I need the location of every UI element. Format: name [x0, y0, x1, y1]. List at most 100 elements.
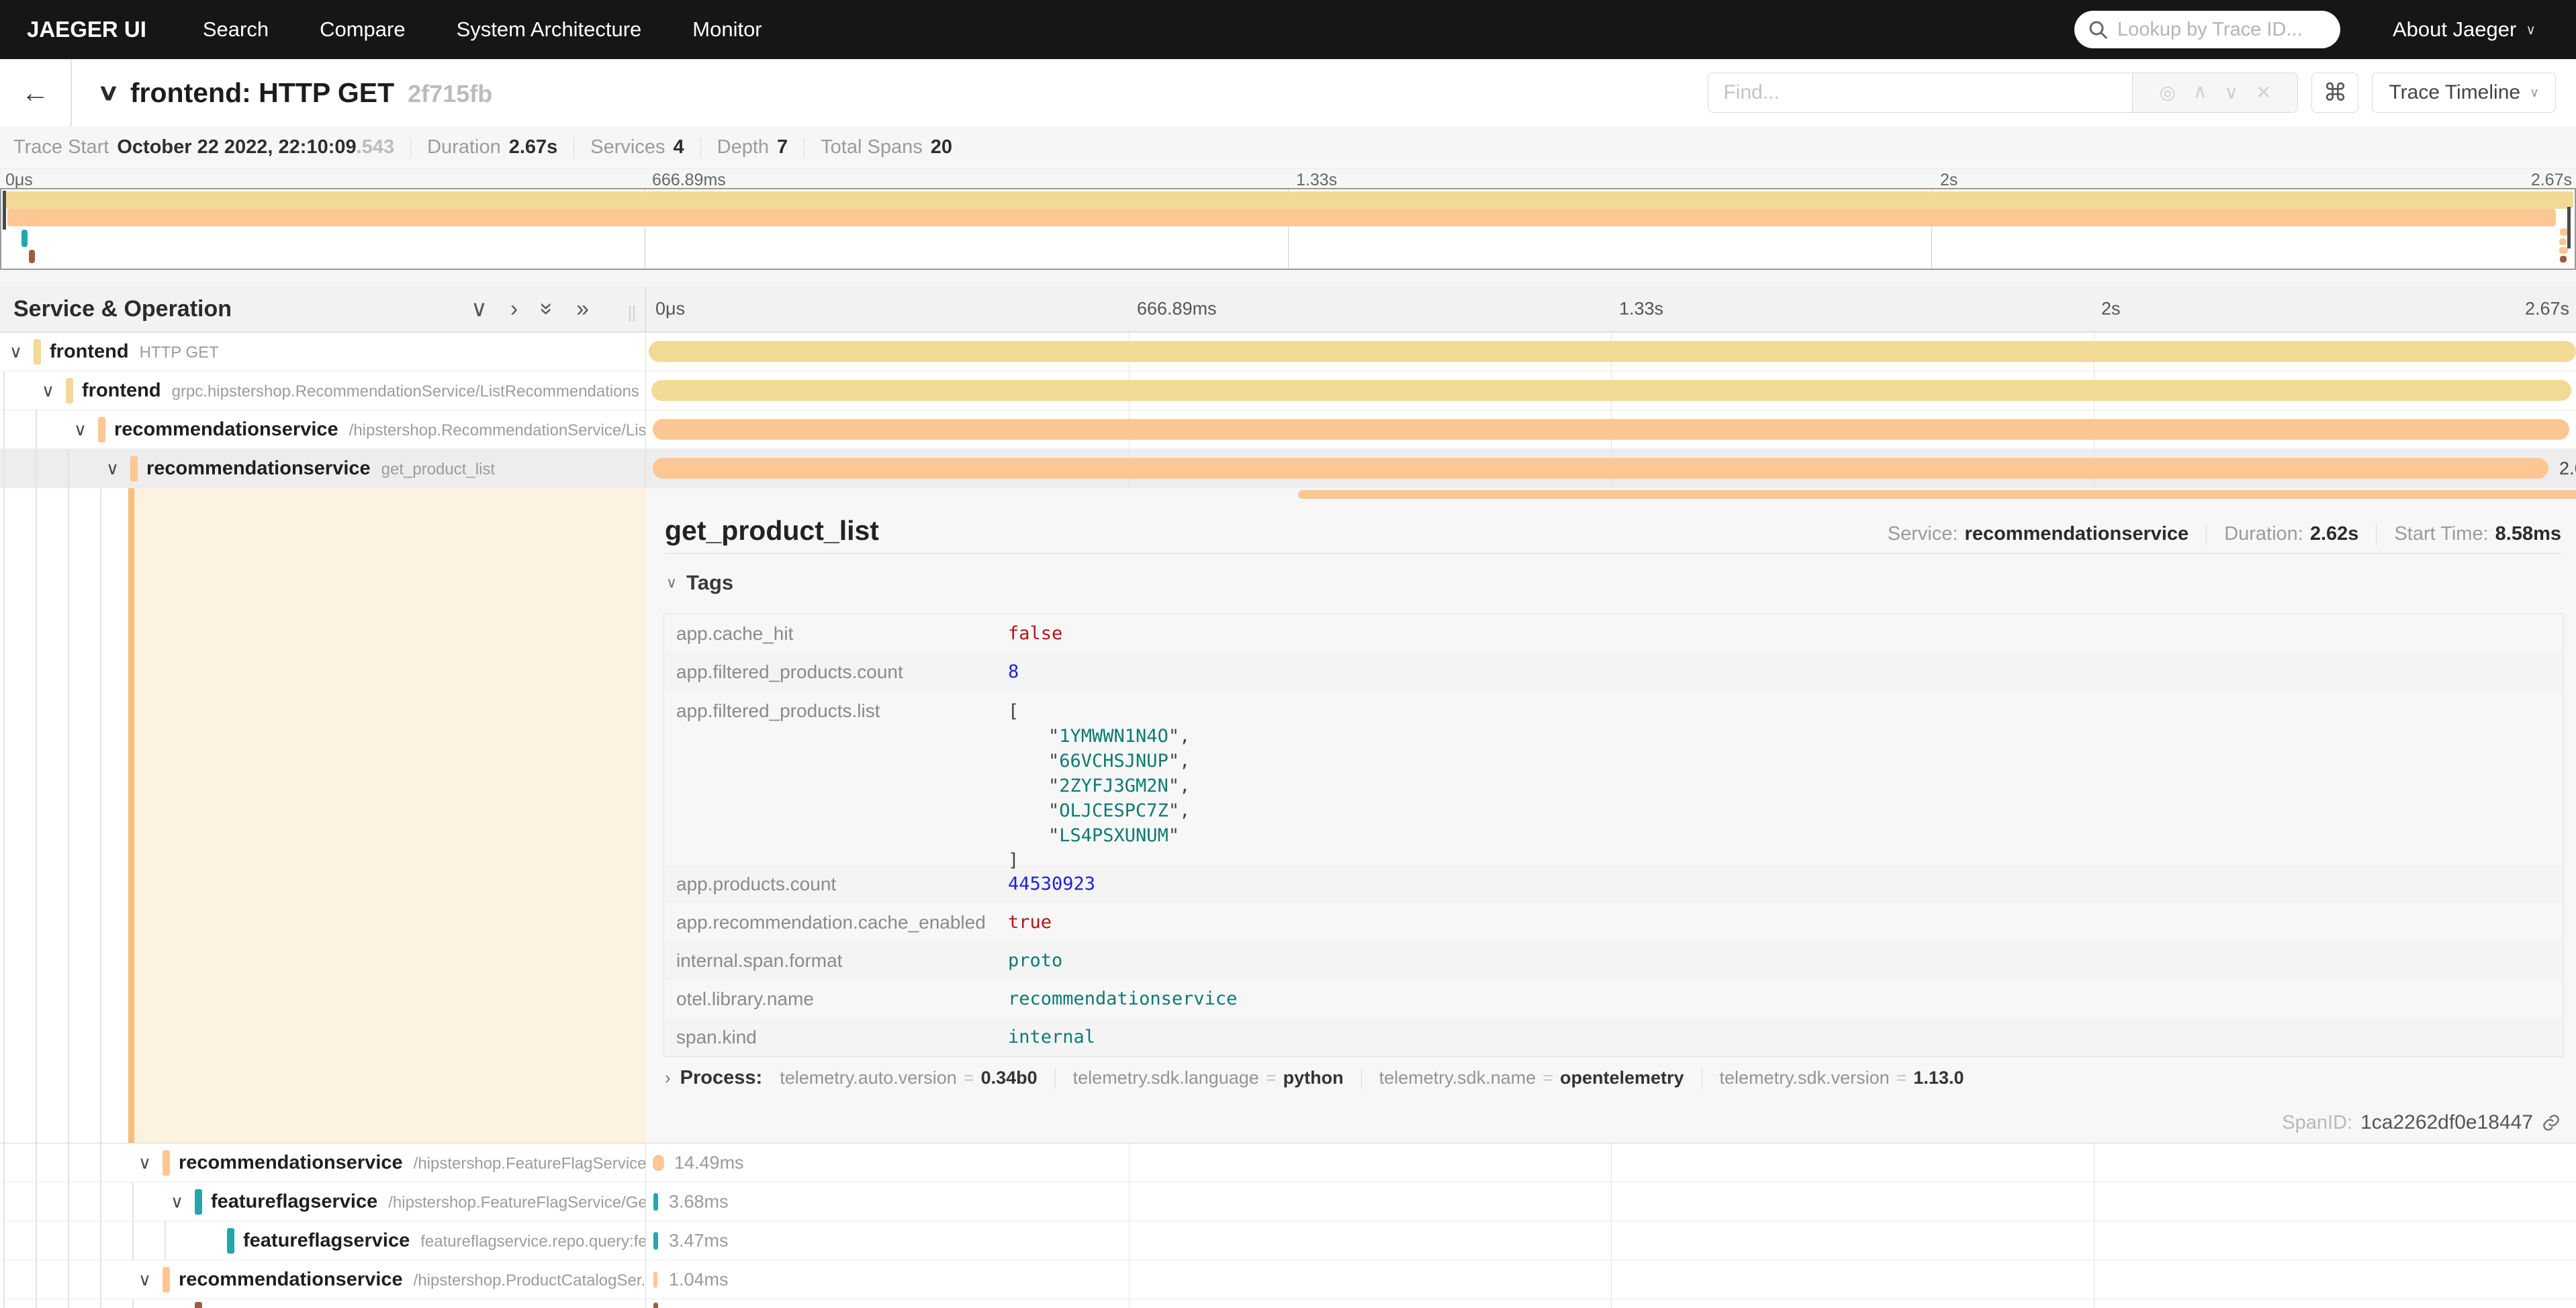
keyboard-shortcuts-button[interactable]: ⌘: [2311, 73, 2358, 113]
back-button[interactable]: ←: [0, 59, 72, 126]
command-icon: ⌘: [2323, 79, 2347, 107]
chevron-down-icon: ∨: [2530, 85, 2539, 101]
chevron-down-icon[interactable]: ∨: [171, 1191, 183, 1212]
span-bar[interactable]: [653, 1155, 664, 1171]
tag-row: app.recommendation.cache_enabled true: [664, 903, 2563, 941]
minimap-span-bar: [2560, 256, 2567, 263]
depth-value: 7: [777, 136, 788, 158]
chevron-down-icon[interactable]: ∨: [106, 458, 119, 479]
service-name: featureflagservice: [243, 1229, 410, 1251]
span-id-label: SpanID:: [2282, 1112, 2352, 1134]
span-row-featureflag-client[interactable]: ∨ recommendationservice/hipstershop.Feat…: [0, 1143, 2576, 1182]
trace-id-lookup[interactable]: [2074, 11, 2340, 48]
span-bar[interactable]: [653, 1193, 658, 1211]
detail-service-value: recommendationservice: [1965, 523, 2189, 545]
prev-match-icon[interactable]: ∨: [2193, 83, 2207, 102]
nav-item-compare[interactable]: Compare: [294, 17, 431, 42]
detail-service-label: Service:: [1888, 523, 1958, 545]
span-row-frontend-grpc[interactable]: ∨ frontend grpc.hipstershop.Recommendatio…: [0, 371, 2576, 410]
service-name: featureflagservice: [211, 1190, 377, 1212]
trace-id-short: 2f715fb: [408, 80, 492, 108]
span-bar[interactable]: [653, 419, 2569, 440]
expand-one-icon[interactable]: ›: [510, 297, 518, 320]
process-section-toggle[interactable]: › Process: telemetry.auto.version=0.34b0…: [665, 1067, 1964, 1089]
chevron-down-icon[interactable]: ∨: [74, 419, 87, 440]
service-name: recommendationservice: [114, 418, 338, 440]
minimap-right-handle[interactable]: [2567, 207, 2571, 248]
expand-all-icon[interactable]: »: [576, 297, 589, 320]
search-icon: [2088, 19, 2108, 40]
tag-value: 44530923: [1008, 874, 1095, 894]
services-value: 4: [674, 136, 684, 158]
collapse-all-icon[interactable]: »: [536, 303, 559, 316]
column-resizer[interactable]: [629, 306, 635, 322]
find-input[interactable]: [1708, 73, 2133, 113]
timeline-axis: 0μs 666.89ms 1.33s 2s 2.67s: [646, 286, 2576, 332]
service-color-bar: [66, 378, 73, 404]
axis-tick: 1.33s: [1619, 299, 1663, 320]
tag-key: app.filtered_products.count: [664, 661, 1008, 683]
top-nav: JAEGER UI Search Compare System Architec…: [0, 0, 2576, 59]
minimap-left-handle[interactable]: [3, 191, 6, 230]
operation-name: /hipstershop.FeatureFlagService...: [414, 1154, 646, 1172]
chevron-down-icon[interactable]: ∨: [138, 1269, 151, 1290]
minimap-canvas[interactable]: [0, 188, 2576, 270]
collapse-one-icon[interactable]: ∨: [471, 297, 488, 320]
trace-id-lookup-input[interactable]: [2117, 19, 2319, 41]
service-color-bar: [130, 456, 138, 481]
span-row-featureflag-repo-query[interactable]: featureflagservicefeatureflagservice.rep…: [0, 1221, 2576, 1260]
trace-header: ← ∨ frontend: HTTP GET 2f715fb ◎ ∨ ∨ ✕ ⌘…: [0, 59, 2576, 126]
trace-title: frontend: HTTP GET: [130, 77, 394, 109]
service-name: frontend: [50, 340, 129, 362]
focus-match-icon[interactable]: ◎: [2160, 83, 2176, 102]
process-key: telemetry.auto.version: [780, 1068, 957, 1088]
tag-key: app.recommendation.cache_enabled: [664, 912, 1008, 933]
operation-name: grpc.hipstershop.RecommendationService/L…: [172, 382, 639, 400]
span-row-featureflag-server[interactable]: ∨ featureflagservice/hipstershop.Feature…: [0, 1182, 2576, 1221]
service-name: frontend: [82, 379, 161, 401]
link-icon[interactable]: [2541, 1113, 2561, 1133]
process-key: telemetry.sdk.version: [1720, 1068, 1890, 1088]
span-duration-label: 3.47ms: [669, 1230, 729, 1251]
span-bar[interactable]: [651, 380, 2571, 401]
chevron-down-icon[interactable]: ∨: [9, 341, 22, 362]
span-bar[interactable]: [653, 458, 2548, 479]
span-row-frontend-http-get[interactable]: ∨ frontendHTTP GET: [0, 332, 2576, 371]
collapse-trace-chevron-icon[interactable]: ∨: [97, 79, 120, 106]
minimap-tick: 1.33s: [1296, 171, 1337, 190]
trace-view-selector[interactable]: Trace Timeline ∨: [2372, 73, 2556, 113]
clear-find-icon[interactable]: ✕: [2256, 83, 2271, 102]
trace-start-label: Trace Start: [13, 136, 109, 158]
span-row-recommendation-server[interactable]: ∨ recommendationservice/hipstershop.Reco…: [0, 410, 2576, 449]
chevron-down-icon[interactable]: ∨: [42, 380, 54, 401]
trace-minimap: 0μs 666.89ms 1.33s 2s 2.67s: [0, 169, 2576, 286]
span-row-productcatalog-client[interactable]: ∨ recommendationservice/hipstershop.Prod…: [0, 1260, 2576, 1299]
trace-summary-bar: Trace Start October 22 2022, 22:10:09 .5…: [0, 126, 2576, 169]
tag-key: app.cache_hit: [664, 623, 1008, 645]
tag-value: proto: [1008, 950, 1062, 971]
nav-item-system-architecture[interactable]: System Architecture: [431, 17, 668, 42]
service-color-bar: [195, 1189, 202, 1215]
find-controls: ◎ ∨ ∨ ✕: [2133, 73, 2298, 113]
nav-item-search[interactable]: Search: [177, 17, 294, 42]
minimap-span-bar: [29, 250, 35, 263]
next-match-icon[interactable]: ∨: [2224, 83, 2238, 102]
span-row-get-product-list-selected[interactable]: ∨ recommendationserviceget_product_list …: [0, 449, 2576, 488]
trace-start-fraction: .543: [357, 136, 394, 158]
process-key: telemetry.sdk.name: [1379, 1068, 1536, 1088]
app-logo[interactable]: JAEGER UI: [27, 17, 146, 42]
tag-value: false: [1008, 623, 1062, 644]
minimap-tick: 0μs: [5, 171, 33, 190]
axis-tick: 2s: [2101, 299, 2121, 320]
span-bar[interactable]: [653, 1272, 657, 1288]
nav-item-monitor[interactable]: Monitor: [667, 17, 787, 42]
tags-section-toggle[interactable]: ∨ Tags: [666, 571, 733, 595]
span-bar[interactable]: [649, 341, 2576, 362]
span-bar[interactable]: [653, 1232, 658, 1250]
span-bar[interactable]: [653, 1303, 658, 1308]
chevron-down-icon[interactable]: ∨: [138, 1152, 151, 1173]
tags-section-title: Tags: [686, 571, 733, 595]
depth-label: Depth: [717, 136, 769, 158]
about-jaeger-menu[interactable]: About Jaeger ∨: [2393, 17, 2536, 42]
span-row-partial[interactable]: [0, 1299, 2576, 1308]
